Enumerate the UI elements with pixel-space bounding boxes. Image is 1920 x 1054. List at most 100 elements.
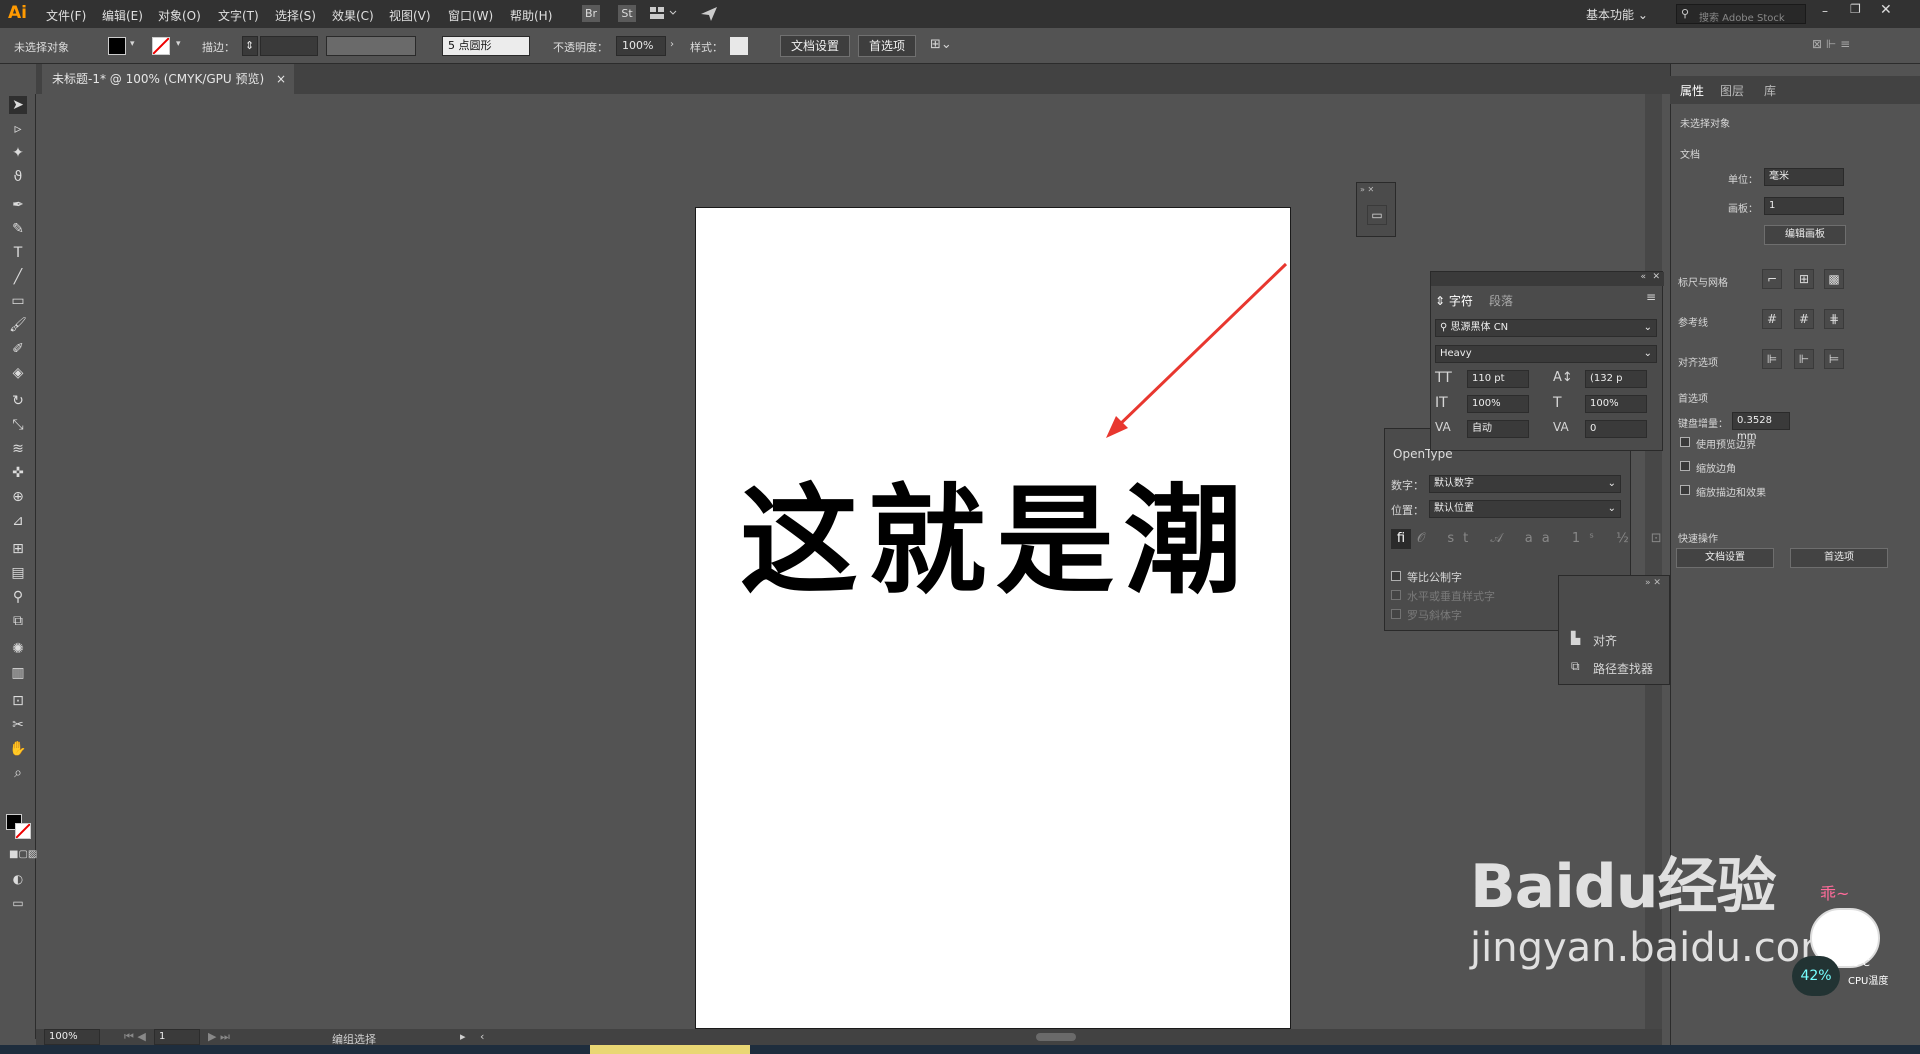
menu-view[interactable]: 视图(V): [389, 7, 431, 24]
quick-doc-settings-button[interactable]: 文档设置: [1676, 548, 1774, 568]
graphic-style-swatch[interactable]: [730, 37, 748, 55]
brush-definition[interactable]: 5 点圆形: [442, 36, 530, 56]
draw-mode-icon[interactable]: ◐: [9, 870, 27, 888]
scale-tool-icon[interactable]: ⤡: [9, 416, 27, 434]
panel-menu-icon[interactable]: ≡: [1646, 290, 1656, 304]
preferences-button[interactable]: 首选项: [858, 35, 916, 57]
graph-tool-icon[interactable]: ▥: [9, 664, 27, 682]
type-tool-icon[interactable]: T: [9, 244, 27, 262]
chevron-down-icon[interactable]: ▾: [130, 39, 135, 49]
roman-italic-checkbox[interactable]: [1391, 609, 1401, 619]
align-to-artboard-icon[interactable]: ⊩: [1794, 349, 1814, 369]
slice-tool-icon[interactable]: ✂: [9, 716, 27, 734]
collapse-icon[interactable]: » ✕: [1360, 185, 1374, 194]
stroke-stepper[interactable]: ⇕: [242, 36, 258, 56]
stock-icon[interactable]: St: [618, 5, 636, 22]
perspective-grid-icon[interactable]: ⊿: [9, 512, 27, 530]
chevron-down-icon[interactable]: ▾: [176, 39, 181, 49]
fill-swatch[interactable]: [108, 37, 126, 55]
lasso-icon[interactable]: ϑ: [9, 168, 27, 186]
rotate-tool-icon[interactable]: ↻: [9, 392, 27, 410]
ruler-icon[interactable]: ⌐: [1762, 269, 1782, 289]
align-to-pixel-icon[interactable]: ⊫: [1762, 349, 1782, 369]
vertical-scale-input[interactable]: 100%: [1467, 395, 1529, 413]
magic-wand-icon[interactable]: ✦: [9, 144, 27, 162]
paintbrush-icon[interactable]: 🖌: [9, 316, 27, 334]
artboard-nav-prev-icon[interactable]: ⏮ ◀: [124, 1030, 146, 1044]
selection-tool-icon[interactable]: ➤: [9, 96, 27, 114]
grid-icon[interactable]: ⊞: [1794, 269, 1814, 289]
artboard-tool-icon[interactable]: ⊡: [9, 692, 27, 710]
close-tab-icon[interactable]: ×: [276, 64, 286, 94]
artboard-nav-input[interactable]: 1: [154, 1029, 200, 1045]
line-tool-icon[interactable]: ╱: [9, 268, 27, 286]
width-tool-icon[interactable]: ≋: [9, 440, 27, 458]
arrange-icon[interactable]: ⊞⌄: [930, 37, 952, 52]
collapse-icon[interactable]: » ✕: [1645, 578, 1661, 588]
close-icon[interactable]: ✕: [1880, 2, 1892, 18]
hand-tool-icon[interactable]: ✋: [9, 740, 27, 758]
artboard-headline-text[interactable]: 这就是潮: [740, 476, 1260, 606]
hv-alt-checkbox[interactable]: [1391, 590, 1401, 600]
tab-properties[interactable]: 属性: [1680, 82, 1704, 99]
status-menu-icon[interactable]: ▸: [460, 1030, 466, 1043]
document-tab[interactable]: 未标题-1* @ 100% (CMYK/GPU 预览) ×: [42, 64, 294, 94]
font-family-select[interactable]: ⚲ 思源黑体 CN ⌄: [1435, 319, 1657, 337]
send-icon[interactable]: [700, 5, 718, 25]
shaper-tool-icon[interactable]: ✐: [9, 340, 27, 358]
scroll-left-icon[interactable]: ‹: [480, 1030, 484, 1043]
smart-guides-icon[interactable]: #: [1794, 309, 1814, 329]
preview-bounds-checkbox[interactable]: [1680, 437, 1690, 447]
kerning-input[interactable]: 自动: [1467, 420, 1529, 438]
color-mode-icon[interactable]: ■▢▨: [9, 846, 37, 864]
align-label[interactable]: 对齐: [1593, 632, 1617, 649]
pen-tool-icon[interactable]: ✒: [9, 196, 27, 214]
gradient-tool-icon[interactable]: ▤: [9, 564, 27, 582]
scale-strokes-checkbox[interactable]: [1680, 485, 1690, 495]
eyedropper-icon[interactable]: ⚲: [9, 588, 27, 606]
artboard-nav-next-icon[interactable]: ▶ ⏭: [208, 1030, 230, 1044]
doc-settings-button[interactable]: 文档设置: [780, 35, 850, 57]
stroke-color-icon[interactable]: [15, 823, 31, 839]
zoom-tool-icon[interactable]: ⌕: [9, 764, 27, 782]
swatch-panel-icon[interactable]: ▭: [1367, 205, 1387, 225]
collapse-icon[interactable]: «: [1640, 272, 1646, 282]
menu-type[interactable]: 文字(T): [218, 7, 259, 24]
symbol-sprayer-icon[interactable]: ✺: [9, 640, 27, 658]
blend-tool-icon[interactable]: ⧉: [9, 612, 27, 630]
direct-selection-tool-icon[interactable]: ▹: [9, 120, 27, 138]
menu-edit[interactable]: 编辑(E): [102, 7, 143, 24]
perspective-guides-icon[interactable]: ⋕: [1824, 309, 1844, 329]
arrange-documents-icon[interactable]: [650, 6, 677, 20]
scale-corners-checkbox[interactable]: [1680, 461, 1690, 471]
horizontal-scroll-thumb[interactable]: [1036, 1033, 1076, 1041]
stroke-weight-input[interactable]: [260, 36, 318, 56]
tab-libraries[interactable]: 库: [1764, 82, 1776, 99]
menu-window[interactable]: 窗口(W): [448, 7, 493, 24]
ligature-icon[interactable]: ﬁ: [1391, 529, 1411, 549]
font-style-select[interactable]: Heavy ⌄: [1435, 345, 1657, 363]
position-select[interactable]: 默认位置 ⌄: [1429, 500, 1621, 518]
menu-object[interactable]: 对象(O): [158, 7, 201, 24]
menu-effect[interactable]: 效果(C): [332, 7, 374, 24]
minimize-icon[interactable]: –: [1822, 4, 1828, 18]
tracking-input[interactable]: 0: [1585, 420, 1647, 438]
variable-width-profile[interactable]: [326, 36, 416, 56]
edit-artboard-button[interactable]: 编辑画板: [1764, 225, 1846, 245]
horizontal-scale-input[interactable]: 100%: [1585, 395, 1647, 413]
close-icon[interactable]: ✕: [1652, 272, 1660, 282]
tab-layers[interactable]: 图层: [1720, 82, 1744, 99]
unit-select[interactable]: 毫米: [1764, 168, 1844, 186]
tab-paragraph[interactable]: 段落: [1489, 292, 1513, 309]
shape-builder-icon[interactable]: ⊕: [9, 488, 27, 506]
keyboard-increment-input[interactable]: 0.3528 mm: [1732, 412, 1790, 442]
tab-character[interactable]: ⇕ 字符: [1435, 292, 1473, 309]
menu-file[interactable]: 文件(F): [46, 7, 86, 24]
bridge-icon[interactable]: Br: [582, 5, 600, 22]
leading-input[interactable]: (132 p: [1585, 370, 1647, 388]
pathfinder-label[interactable]: 路径查找器: [1593, 660, 1653, 677]
align-to-key-icon[interactable]: ⊨: [1824, 349, 1844, 369]
chevron-right-icon[interactable]: ›: [670, 39, 674, 50]
taskbar-active-item[interactable]: [590, 1045, 750, 1054]
menu-help[interactable]: 帮助(H): [510, 7, 552, 24]
